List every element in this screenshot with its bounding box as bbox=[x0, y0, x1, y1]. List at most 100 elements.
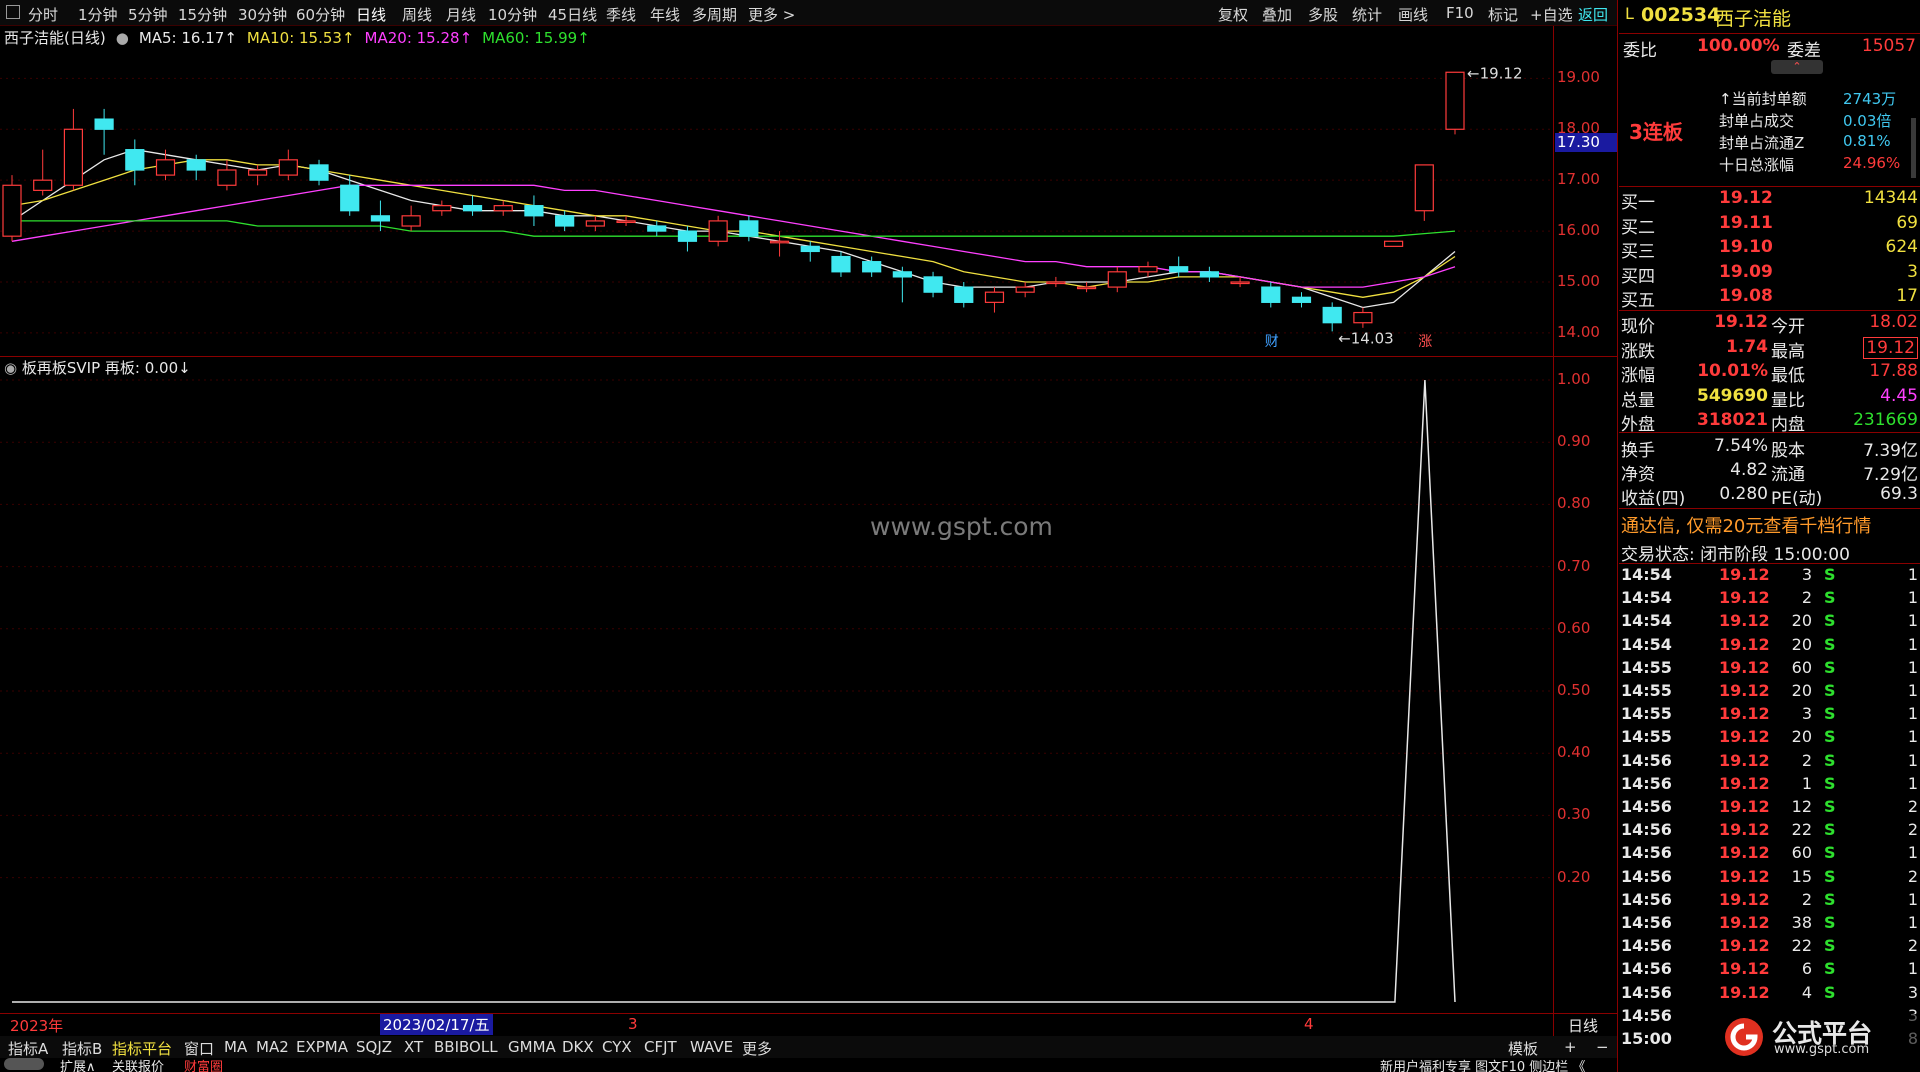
period-tab-12[interactable]: 年线 bbox=[650, 4, 680, 25]
bottom-right-control-1[interactable]: + bbox=[1564, 1038, 1577, 1056]
indicator-tab-1[interactable]: 指标B bbox=[62, 1038, 102, 1059]
bottom-right-control-2[interactable]: − bbox=[1596, 1038, 1609, 1056]
settings-icon[interactable]: ● bbox=[116, 29, 129, 47]
quote-label: 涨幅 bbox=[1621, 366, 1655, 386]
tick-volume: 20 bbox=[1791, 681, 1812, 700]
tick-price: 19.12 bbox=[1719, 913, 1770, 932]
toolbar-item-3[interactable]: 统计 bbox=[1352, 4, 1382, 25]
toolbar-item-2[interactable]: 多股 bbox=[1308, 4, 1338, 25]
tick-time: 14:56 bbox=[1621, 889, 1672, 909]
indicator-tab-3[interactable]: 窗口 bbox=[184, 1038, 214, 1059]
indicator-tab-0[interactable]: 指标A bbox=[8, 1038, 48, 1059]
indicator-tab-12[interactable]: CYX bbox=[602, 1038, 632, 1056]
tick-price: 19.12 bbox=[1719, 959, 1770, 979]
toolbar-item-4[interactable]: 画线 bbox=[1398, 4, 1428, 25]
indicator-tab-13[interactable]: CFJT bbox=[644, 1038, 677, 1056]
limit-up-marker[interactable]: 涨 bbox=[1418, 334, 1432, 350]
candle-body bbox=[1199, 271, 1219, 278]
menu-icon[interactable] bbox=[6, 5, 20, 19]
promo-text[interactable]: 通达信, 仅需20元查看千档行情 bbox=[1621, 512, 1871, 538]
tick-count: 1 bbox=[1907, 727, 1918, 747]
indicator-tab-4[interactable]: MA bbox=[224, 1038, 247, 1056]
related-quote-tab[interactable]: 关联报价 bbox=[112, 1058, 164, 1072]
indicator-chart[interactable] bbox=[0, 370, 1553, 1010]
period-tab-14[interactable]: 更多 > bbox=[748, 4, 795, 25]
candle-body bbox=[1046, 281, 1066, 285]
price-tick-label: 19.00 bbox=[1557, 68, 1600, 87]
promo-links[interactable]: 新用户福利专享 图文F10 侧边栏 《 bbox=[1380, 1058, 1585, 1072]
candlestick-chart[interactable]: ←19.12 ←14.03 财 涨 bbox=[0, 48, 1553, 356]
indicator-tab-5[interactable]: MA2 bbox=[256, 1038, 289, 1056]
indicator-tabs: 指标A 指标B 指标平台 窗口 MA MA2 EXPMA SQJZ XT BBIBOLL GMMA D… bbox=[0, 1036, 1617, 1058]
promo-banner[interactable]: 通达信, 仅需20元查看千档行情 bbox=[1621, 512, 1920, 538]
toolbar-item-8[interactable]: 返回 bbox=[1578, 4, 1608, 25]
period-tab-7[interactable]: 周线 bbox=[402, 4, 432, 25]
toolbar-item-7[interactable]: +自选 bbox=[1530, 4, 1573, 25]
indicator-tab-15[interactable]: 更多 bbox=[742, 1038, 772, 1059]
candle-body bbox=[401, 215, 421, 227]
indicator-tab-8[interactable]: XT bbox=[404, 1038, 423, 1056]
wealth-circle-tab[interactable]: 财富圈 bbox=[184, 1058, 223, 1072]
period-tab-4[interactable]: 30分钟 bbox=[238, 4, 287, 25]
price-tick-label: 14.00 bbox=[1557, 322, 1600, 341]
toolbar-item-1[interactable]: 叠加 bbox=[1262, 4, 1292, 25]
quote-value: 17.88 bbox=[1869, 361, 1918, 381]
bid-row: 买三 19.10 624 bbox=[1619, 237, 1920, 262]
indicator-tab-2[interactable]: 指标平台 bbox=[112, 1038, 172, 1059]
tick-count: 1 bbox=[1907, 843, 1918, 863]
tick-time: 14:56 bbox=[1621, 750, 1672, 770]
period-tab-5[interactable]: 60分钟 bbox=[296, 4, 345, 25]
tick-price: 19.12 bbox=[1719, 565, 1770, 584]
tick-count: 3 bbox=[1907, 982, 1918, 1002]
bid-row: 买一 19.12 14344 bbox=[1619, 188, 1920, 213]
period-tab-13[interactable]: 多周期 bbox=[692, 4, 737, 25]
toolbar-item-0[interactable]: 复权 bbox=[1218, 4, 1248, 25]
finance-marker[interactable]: 财 bbox=[1265, 334, 1279, 350]
ma60-label: MA60: 15.99↑ bbox=[482, 29, 590, 47]
period-tab-2[interactable]: 5分钟 bbox=[128, 4, 168, 25]
period-tab-6[interactable]: 日线 bbox=[356, 4, 386, 25]
scrollbar[interactable] bbox=[1911, 118, 1916, 178]
tick-time: 14:54 bbox=[1621, 611, 1672, 631]
tick-time: 14:56 bbox=[1621, 866, 1672, 886]
candle-body bbox=[1322, 306, 1342, 324]
indicator-tab-7[interactable]: SQJZ bbox=[356, 1038, 392, 1056]
indicator-tab-14[interactable]: WAVE bbox=[690, 1038, 733, 1056]
expand-tab[interactable]: 扩展∧ bbox=[60, 1058, 96, 1072]
tick-count: 1 bbox=[1907, 773, 1918, 793]
tick-time: 14:54 bbox=[1621, 588, 1672, 608]
tick-side: S bbox=[1824, 982, 1836, 1002]
tick-time: 15:00 bbox=[1621, 1029, 1672, 1048]
period-tab-10[interactable]: 45日线 bbox=[548, 4, 597, 25]
indicator-tab-11[interactable]: DKX bbox=[562, 1038, 594, 1056]
period-label: 日线 bbox=[1568, 1017, 1599, 1035]
period-tab-0[interactable]: 分时 bbox=[28, 4, 58, 25]
toggle-switch[interactable] bbox=[4, 1058, 44, 1070]
weicha-value: 15057 bbox=[1861, 36, 1916, 56]
period-tab-3[interactable]: 15分钟 bbox=[178, 4, 227, 25]
period-tab-9[interactable]: 10分钟 bbox=[488, 4, 537, 25]
weibi-row: 委比 100.00% 委差 15057 bbox=[1619, 36, 1920, 61]
seal-row: 十日总涨幅 24.96% bbox=[1619, 154, 1920, 177]
indicator-tab-6[interactable]: EXPMA bbox=[296, 1038, 348, 1056]
tick-price: 19.12 bbox=[1719, 889, 1770, 909]
period-tab-8[interactable]: 月线 bbox=[446, 4, 476, 25]
tick-volume: 22 bbox=[1791, 820, 1812, 840]
tick-count: 1 bbox=[1907, 611, 1918, 631]
period-tab-1[interactable]: 1分钟 bbox=[78, 4, 118, 25]
collapse-arrow-icon[interactable]: ⌃ bbox=[1771, 60, 1823, 74]
tick-time: 14:55 bbox=[1621, 704, 1672, 724]
seal-label: 封单占成交 bbox=[1719, 112, 1795, 130]
toolbar-item-5[interactable]: F10 bbox=[1446, 4, 1474, 22]
indicator-tab-10[interactable]: GMMA bbox=[508, 1038, 556, 1056]
candle-body bbox=[616, 220, 636, 224]
fund-label: 流通 bbox=[1771, 465, 1805, 485]
bottom-right-control-0[interactable]: 模板 bbox=[1508, 1038, 1538, 1059]
period-tab-11[interactable]: 季线 bbox=[606, 4, 636, 25]
divider bbox=[1619, 186, 1920, 187]
month-4-label: 4 bbox=[1304, 1015, 1314, 1033]
candle-body bbox=[862, 261, 882, 273]
indicator-tab-9[interactable]: BBIBOLL bbox=[434, 1038, 498, 1056]
tick-side: S bbox=[1824, 657, 1836, 677]
toolbar-item-6[interactable]: 标记 bbox=[1488, 4, 1518, 25]
